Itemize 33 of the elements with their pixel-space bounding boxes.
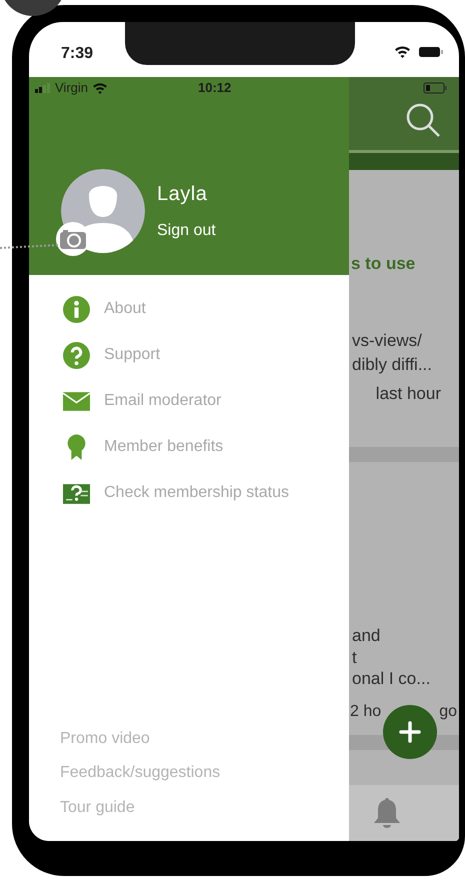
user-name: Layla — [157, 182, 208, 207]
post-text: t — [351, 646, 358, 668]
post-title: s to use — [350, 253, 416, 275]
wifi-icon — [92, 82, 108, 94]
battery-icon — [423, 82, 447, 94]
menu-item[interactable]: Email moderator — [29, 378, 349, 424]
menu-item[interactable]: Check membership status — [29, 470, 349, 516]
search-icon[interactable] — [405, 102, 441, 138]
post-text: and — [351, 625, 382, 646]
footer-link[interactable]: Promo video — [29, 722, 349, 756]
menu-item[interactable]: About — [29, 286, 349, 332]
post-time: last hour — [376, 383, 441, 405]
footer-link[interactable]: Tour guide — [29, 790, 349, 825]
post-text: vs-views/ — [351, 330, 423, 352]
wifi-icon — [394, 45, 411, 58]
phone-time: 7:39 — [60, 44, 94, 64]
signal-icon — [35, 83, 51, 93]
add-button[interactable] — [383, 705, 437, 759]
footer-link[interactable]: Feedback/suggestions — [29, 756, 349, 790]
post-text: dibly diffi... — [351, 354, 434, 376]
plus-icon — [399, 721, 421, 743]
post-time: 2 ho — [350, 702, 382, 722]
battery-icon — [419, 46, 443, 58]
carrier-name: Virgin — [55, 79, 88, 98]
status-time: 10:12 — [198, 79, 232, 98]
leader-line — [0, 243, 58, 251]
post-time: go — [439, 702, 457, 722]
menu-item[interactable]: Member benefits — [29, 424, 349, 470]
info-icon — [63, 296, 90, 322]
sign-out-link[interactable]: Sign out — [157, 219, 216, 243]
menu-item[interactable]: Support — [29, 332, 349, 378]
help-icon — [63, 342, 90, 368]
post-text: onal I co... — [351, 668, 432, 690]
